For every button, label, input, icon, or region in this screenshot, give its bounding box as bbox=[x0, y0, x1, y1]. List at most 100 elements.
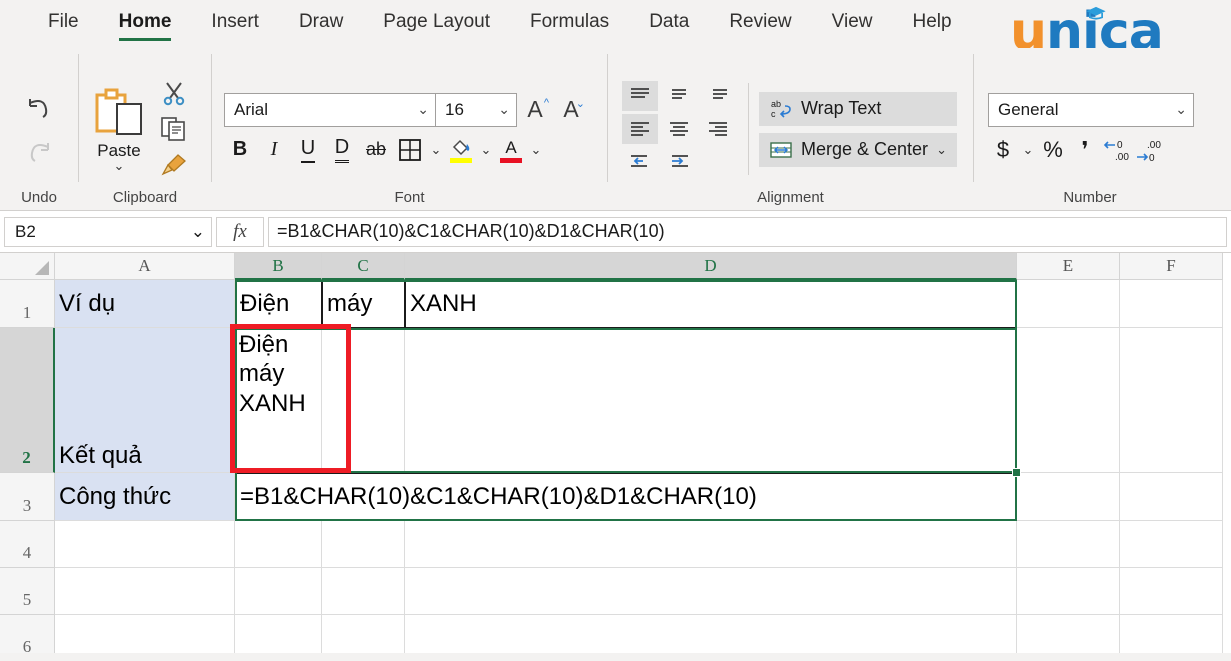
decrease-font-size-button[interactable]: A ⌄ bbox=[553, 93, 589, 127]
cell-C4[interactable] bbox=[322, 521, 405, 568]
row-header-1[interactable]: 1 bbox=[0, 280, 55, 328]
cell-B6[interactable] bbox=[235, 615, 322, 653]
double-underline-button[interactable]: D bbox=[326, 134, 358, 166]
cell-C5[interactable] bbox=[322, 568, 405, 615]
cell-B5[interactable] bbox=[235, 568, 322, 615]
cell-F4[interactable] bbox=[1120, 521, 1223, 568]
cell-E3[interactable] bbox=[1017, 473, 1120, 521]
increase-indent-button[interactable] bbox=[661, 147, 697, 177]
cell-B4[interactable] bbox=[235, 521, 322, 568]
cell-D4[interactable] bbox=[405, 521, 1017, 568]
cell-F5[interactable] bbox=[1120, 568, 1223, 615]
column-header-D[interactable]: D bbox=[405, 253, 1017, 280]
undo-button[interactable] bbox=[17, 87, 61, 127]
align-right-button[interactable] bbox=[700, 114, 736, 144]
cell-A5[interactable] bbox=[55, 568, 235, 615]
currency-button[interactable]: $ bbox=[988, 134, 1018, 166]
align-top-button[interactable] bbox=[622, 81, 658, 111]
font-color-chevron-down-icon[interactable]: ⌄ bbox=[528, 142, 544, 158]
cell-C2[interactable] bbox=[322, 328, 405, 473]
formula-input[interactable]: =B1&CHAR(10)&C1&CHAR(10)&D1&CHAR(10) bbox=[268, 216, 1227, 247]
strikethrough-button[interactable]: ab bbox=[360, 134, 392, 166]
align-center-button[interactable] bbox=[661, 114, 697, 144]
cell-B1[interactable]: Điện bbox=[235, 280, 322, 328]
cell-F2[interactable] bbox=[1120, 328, 1223, 473]
cell-E5[interactable] bbox=[1017, 568, 1120, 615]
column-header-E[interactable]: E bbox=[1017, 253, 1120, 280]
ribbon-tab-help[interactable]: Help bbox=[892, 5, 971, 43]
borders-button[interactable] bbox=[394, 134, 426, 166]
cell-C6[interactable] bbox=[322, 615, 405, 653]
row-header-5[interactable]: 5 bbox=[0, 568, 55, 615]
fill-color-chevron-down-icon[interactable]: ⌄ bbox=[478, 142, 494, 158]
font-color-button[interactable]: A bbox=[496, 134, 526, 166]
align-bottom-button[interactable] bbox=[700, 81, 736, 111]
cell-C1[interactable]: máy bbox=[322, 280, 405, 328]
cell-D6[interactable] bbox=[405, 615, 1017, 653]
underline-button[interactable]: U bbox=[292, 134, 324, 166]
ribbon-tab-page-layout[interactable]: Page Layout bbox=[363, 5, 510, 43]
column-header-A[interactable]: A bbox=[55, 253, 235, 280]
ribbon-tab-formulas[interactable]: Formulas bbox=[510, 5, 629, 43]
increase-decimal-button[interactable]: 0 .00 bbox=[1102, 134, 1132, 166]
column-header-F[interactable]: F bbox=[1120, 253, 1223, 280]
cell-D2[interactable] bbox=[405, 328, 1017, 473]
redo-button[interactable] bbox=[17, 131, 61, 171]
font-name-combobox[interactable]: Arial ⌄ bbox=[224, 92, 436, 127]
bold-button[interactable]: B bbox=[224, 134, 256, 166]
cell-D1[interactable]: XANH bbox=[405, 280, 1017, 328]
cell-A6[interactable] bbox=[55, 615, 235, 653]
cut-button[interactable] bbox=[157, 78, 191, 108]
increase-font-size-button[interactable]: A ^ bbox=[517, 93, 553, 127]
number-format-combobox[interactable]: General ⌄ bbox=[988, 92, 1194, 127]
wrap-text-button[interactable]: ab c Wrap Text bbox=[759, 91, 957, 126]
format-painter-button[interactable] bbox=[157, 150, 191, 180]
column-header-B[interactable]: B bbox=[235, 253, 322, 280]
select-all-corner[interactable] bbox=[0, 253, 55, 280]
decrease-indent-button[interactable] bbox=[622, 147, 658, 177]
italic-button[interactable]: I bbox=[258, 134, 290, 166]
insert-function-button[interactable]: fx bbox=[216, 216, 264, 247]
row-header-3[interactable]: 3 bbox=[0, 473, 55, 521]
cell-B3[interactable]: =B1&CHAR(10)&C1&CHAR(10)&D1&CHAR(10) bbox=[235, 473, 1017, 521]
cell-F6[interactable] bbox=[1120, 615, 1223, 653]
ribbon-tab-insert[interactable]: Insert bbox=[191, 5, 279, 43]
decrease-decimal-button[interactable]: .00 0 bbox=[1134, 134, 1164, 166]
cell-A2[interactable]: Kết quả bbox=[55, 328, 235, 473]
fill-handle[interactable] bbox=[1012, 468, 1021, 477]
name-box[interactable]: B2 ⌄ bbox=[4, 216, 212, 247]
percent-button[interactable]: % bbox=[1038, 134, 1068, 166]
paste-chevron-down-icon[interactable]: ⌄ bbox=[114, 159, 125, 172]
cell-E6[interactable] bbox=[1017, 615, 1120, 653]
row-header-4[interactable]: 4 bbox=[0, 521, 55, 568]
ribbon-tab-file[interactable]: File bbox=[28, 5, 99, 43]
ribbon-tab-review[interactable]: Review bbox=[709, 5, 811, 43]
cell-F1[interactable] bbox=[1120, 280, 1223, 328]
cell-E1[interactable] bbox=[1017, 280, 1120, 328]
borders-chevron-down-icon[interactable]: ⌄ bbox=[428, 142, 444, 158]
copy-button[interactable] bbox=[157, 114, 191, 144]
align-middle-button[interactable] bbox=[661, 81, 697, 111]
ribbon-tab-data[interactable]: Data bbox=[629, 5, 709, 43]
cell-A3[interactable]: Công thức bbox=[55, 473, 235, 521]
paste-button[interactable]: Paste ⌄ bbox=[85, 87, 153, 172]
currency-chevron-down-icon[interactable]: ⌄ bbox=[1020, 142, 1036, 158]
merge-chevron-down-icon[interactable]: ⌄ bbox=[936, 143, 947, 156]
ribbon-tab-home[interactable]: Home bbox=[99, 5, 192, 43]
font-size-combobox[interactable]: 16 ⌄ bbox=[435, 92, 517, 127]
column-header-C[interactable]: C bbox=[322, 253, 405, 280]
cell-F3[interactable] bbox=[1120, 473, 1223, 521]
align-left-button[interactable] bbox=[622, 114, 658, 144]
row-header-2[interactable]: 2 bbox=[0, 328, 55, 473]
ribbon-tab-draw[interactable]: Draw bbox=[279, 5, 363, 43]
cell-E4[interactable] bbox=[1017, 521, 1120, 568]
merge-center-button[interactable]: Merge & Center ⌄ bbox=[759, 132, 957, 167]
cell-A1[interactable]: Ví dụ bbox=[55, 280, 235, 328]
cell-E2[interactable] bbox=[1017, 328, 1120, 473]
cell-B2[interactable]: Điện máy XANH bbox=[235, 328, 322, 473]
comma-style-button[interactable]: ❜ bbox=[1070, 134, 1100, 166]
cell-A4[interactable] bbox=[55, 521, 235, 568]
fill-color-button[interactable] bbox=[446, 134, 476, 166]
row-header-6[interactable]: 6 bbox=[0, 615, 55, 653]
cell-D5[interactable] bbox=[405, 568, 1017, 615]
